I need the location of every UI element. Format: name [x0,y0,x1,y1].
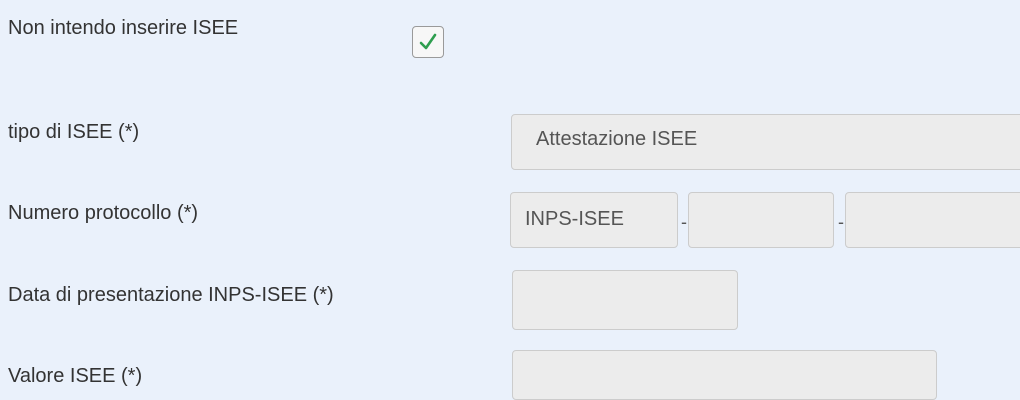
tipo-isee-label: tipo di ISEE (*) [8,121,140,143]
numero-protocollo-label: Numero protocollo (*) [8,202,199,224]
protocollo-part3-input[interactable] [845,192,1020,248]
tipo-isee-value: Attestazione ISEE [536,128,698,150]
check-icon [419,33,437,50]
protocollo-part2-input[interactable] [688,192,834,248]
no-isee-label: Non intendo inserire ISEE [8,17,239,39]
valore-isee-input[interactable] [512,350,937,400]
data-presentazione-input[interactable] [512,270,738,330]
tipo-isee-select[interactable]: Attestazione ISEE [511,114,1020,170]
data-presentazione-label: Data di presentazione INPS-ISEE (*) [8,284,334,306]
protocollo-separator-2: - [838,212,844,232]
protocollo-prefix-field: INPS-ISEE [510,192,678,248]
no-isee-checkbox[interactable] [412,26,444,58]
protocollo-separator-1: - [681,212,687,232]
valore-isee-label: Valore ISEE (*) [8,365,143,387]
protocollo-prefix: INPS-ISEE [525,208,624,230]
